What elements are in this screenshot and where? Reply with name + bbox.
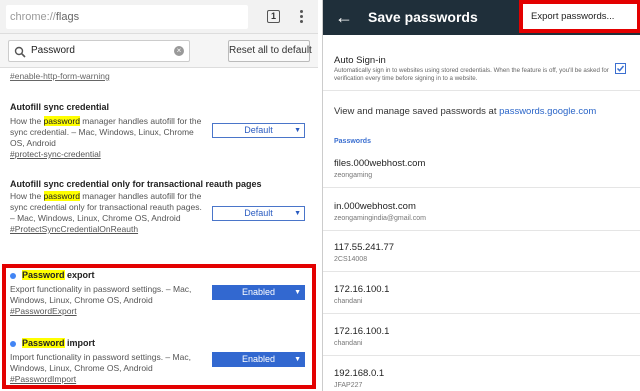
passwords-section-header: Passwords xyxy=(334,138,371,145)
search-input[interactable]: Password × xyxy=(8,40,190,62)
tab-switcher-button[interactable]: 1 xyxy=(267,10,280,23)
passwords-google-link[interactable]: passwords.google.com xyxy=(499,106,596,117)
flag-anchor-link[interactable]: #protect-sync-credential xyxy=(10,149,310,160)
page-title: Save passwords xyxy=(368,9,478,25)
search-icon xyxy=(14,46,26,58)
url-scheme: chrome:// xyxy=(10,11,56,23)
flag-autofill-sync-credential: Autofill sync credential How the passwor… xyxy=(10,101,310,160)
auto-signin-checkbox[interactable] xyxy=(615,63,626,74)
dropdown-caret-icon: ▼ xyxy=(294,210,301,217)
address-bar: chrome://flags 1 xyxy=(0,0,318,34)
flag-autofill-sync-reauth: Autofill sync credential only for transa… xyxy=(10,178,310,235)
flags-search-bar: Password × Reset all to default xyxy=(0,34,318,68)
entry-username: chandani xyxy=(334,298,363,305)
flag-anchor-link[interactable]: #ProtectSyncCredentialOnReauth xyxy=(10,224,310,235)
reset-all-button[interactable]: Reset all to default xyxy=(228,40,312,62)
flag-description: How the password manager handles autofil… xyxy=(10,191,202,223)
manage-passwords-text: View and manage saved passwords at passw… xyxy=(334,106,597,117)
clear-search-icon[interactable]: × xyxy=(174,46,184,56)
chrome-flags-pane: chrome://flags 1 Password × Reset all to… xyxy=(0,0,318,391)
entry-username: zeongaming xyxy=(334,172,373,179)
highlight-annotation-box xyxy=(2,264,316,389)
url-field[interactable]: chrome://flags xyxy=(6,5,248,29)
export-passwords-menu-item[interactable]: Export passwords... xyxy=(519,0,640,33)
password-entry[interactable]: files.000webhost.com zeongaming xyxy=(323,150,640,188)
checkmark-icon xyxy=(616,65,625,72)
search-value: Password xyxy=(31,45,75,56)
password-entry[interactable]: 192.168.0.1 JFAP227 xyxy=(323,360,640,391)
entry-username: JFAP227 xyxy=(334,382,363,389)
entry-site: 192.168.0.1 xyxy=(334,368,385,379)
password-entry[interactable]: 172.16.100.1 chandani xyxy=(323,276,640,314)
flag-description: How the password manager handles autofil… xyxy=(10,116,202,148)
entry-site: files.000webhost.com xyxy=(334,158,426,169)
more-options-icon[interactable] xyxy=(296,9,306,25)
flag-title: Autofill sync credential xyxy=(10,102,110,112)
flag-state-select[interactable]: Default ▼ xyxy=(212,206,305,221)
entry-username: 2CS14008 xyxy=(334,256,368,263)
flag-state-select[interactable]: Default ▼ xyxy=(212,123,305,138)
dropdown-caret-icon: ▼ xyxy=(294,127,301,134)
app-bar: ← Save passwords Export passwords... xyxy=(323,0,640,35)
entry-site: 172.16.100.1 xyxy=(334,326,390,337)
flag-title: Autofill sync credential only for transa… xyxy=(10,179,262,189)
password-entry[interactable]: 172.16.100.1 chandani xyxy=(323,318,640,356)
password-entry[interactable]: 117.55.241.77 2CS14008 xyxy=(323,234,640,272)
entry-site: 172.16.100.1 xyxy=(334,284,390,295)
back-arrow-icon[interactable]: ← xyxy=(335,6,353,28)
auto-signin-title: Auto Sign-in xyxy=(334,55,386,66)
auto-signin-setting[interactable]: Auto Sign-in Automatically sign in to we… xyxy=(323,46,640,91)
entry-username: chandani xyxy=(334,340,363,347)
auto-signin-description: Automatically sign in to websites using … xyxy=(334,67,609,82)
flag-anchor-link[interactable]: #enable-http-form-warning xyxy=(10,71,110,81)
entry-site: 117.55.241.77 xyxy=(334,242,395,253)
url-path: flags xyxy=(55,11,80,23)
save-passwords-pane: ← Save passwords Export passwords... Aut… xyxy=(322,0,640,391)
password-entry[interactable]: in.000webhost.com zeongamingindia@gmail.… xyxy=(323,193,640,231)
entry-site: in.000webhost.com xyxy=(334,201,416,212)
entry-username: zeongamingindia@gmail.com xyxy=(334,215,426,222)
